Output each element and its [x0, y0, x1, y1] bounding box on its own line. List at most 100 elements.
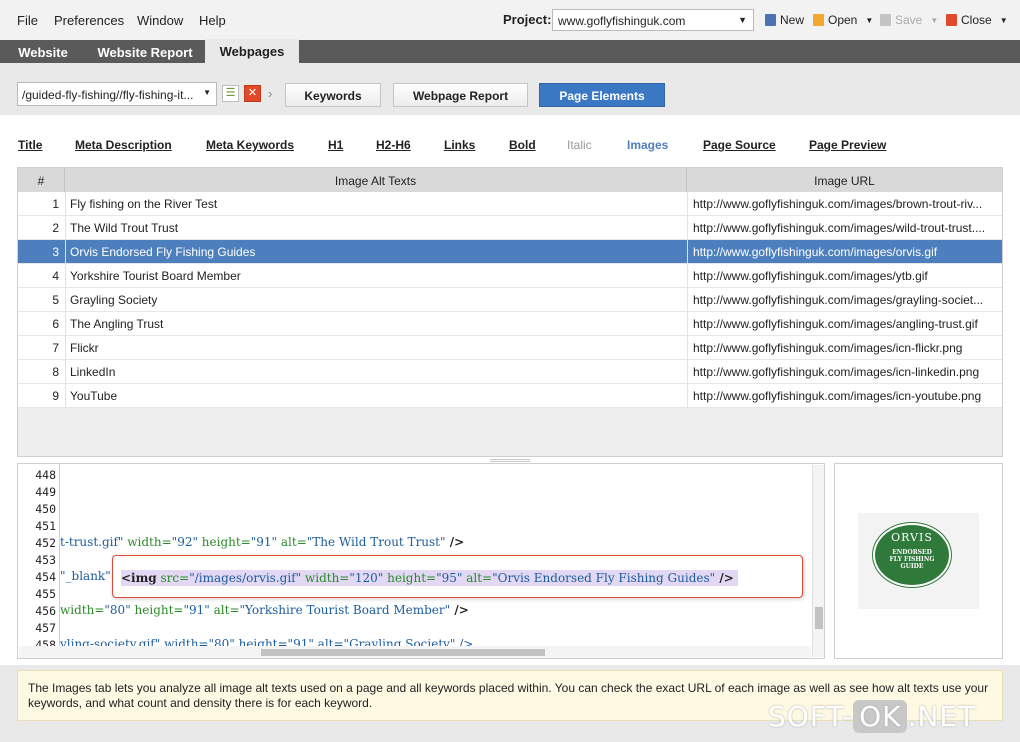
project-select-value: www.goflyfishinguk.com	[558, 14, 686, 28]
code-token: "92"	[171, 535, 198, 549]
line-number: 456	[35, 604, 56, 618]
line-number: 451	[35, 519, 56, 533]
remove-icon[interactable]: ✕	[244, 85, 261, 102]
row-number: 2	[52, 221, 59, 235]
tab-website[interactable]: Website	[0, 40, 86, 63]
tab-title[interactable]: Title	[18, 138, 42, 152]
page-elements-button[interactable]: Page Elements	[539, 83, 665, 107]
project-label: Project:	[503, 12, 552, 27]
new-button-label: New	[780, 13, 805, 27]
row-number: 8	[52, 365, 59, 379]
code-token: alt=	[277, 535, 307, 549]
watermark-text: OK	[853, 700, 908, 733]
close-button-label: Close	[961, 13, 992, 27]
tab-meta-description[interactable]: Meta Description	[75, 138, 172, 152]
line-number: 448	[35, 468, 56, 482]
tab-website-report[interactable]: Website Report	[86, 40, 204, 63]
page-icon[interactable]: ☰	[222, 85, 239, 102]
highlighted-code-callout: <img src="/images/orvis.gif" width="120"…	[112, 555, 803, 598]
alt-text-cell: Yorkshire Tourist Board Member	[65, 264, 686, 288]
code-token: "91"	[183, 603, 210, 617]
image-url-cell: http://www.goflyfishinguk.com/images/icn…	[687, 384, 1001, 408]
table-row[interactable]: 8 LinkedIn http://www.goflyfishinguk.com…	[18, 360, 1002, 384]
code-token: "Yorkshire Tourist Board Member"	[239, 603, 451, 617]
image-url-cell: http://www.goflyfishinguk.com/images/gra…	[687, 288, 1001, 312]
table-row[interactable]: 9 YouTube http://www.goflyfishinguk.com/…	[18, 384, 1002, 408]
tab-page-preview[interactable]: Page Preview	[809, 138, 886, 152]
orvis-logo: ORVIS ENDORSED FLY FISHING GUIDE	[873, 523, 951, 587]
code-token: "The Wild Trout Trust"	[306, 535, 446, 549]
image-url-cell: http://www.goflyfishinguk.com/images/orv…	[687, 240, 1001, 264]
menu-preferences[interactable]: Preferences	[54, 13, 124, 28]
alt-text-cell: Flickr	[65, 336, 686, 360]
table-row[interactable]: 5 Grayling Society http://www.goflyfishi…	[18, 288, 1002, 312]
save-button-label: Save	[895, 13, 923, 27]
logo-text: ENDORSED FLY FISHING GUIDE	[875, 549, 949, 570]
line-number: 450	[35, 502, 56, 516]
alt-text-cell: Fly fishing on the River Test	[65, 192, 686, 216]
tab-meta-keywords[interactable]: Meta Keywords	[206, 138, 294, 152]
tab-h1[interactable]: H1	[328, 138, 343, 152]
project-select[interactable]: www.goflyfishinguk.com ▼	[552, 9, 754, 31]
column-header-number[interactable]: #	[18, 168, 65, 192]
line-number-gutter: 448 449 450 451 452 453 454 455 456 457 …	[18, 464, 60, 658]
menu-help[interactable]: Help	[199, 13, 226, 28]
open-button[interactable]: Open ▼	[813, 13, 873, 27]
code-token: "/images/orvis.gif"	[189, 571, 302, 585]
table-row[interactable]: 7 Flickr http://www.goflyfishinguk.com/i…	[18, 336, 1002, 360]
alt-text-cell: Grayling Society	[65, 288, 686, 312]
scrollbar-thumb[interactable]	[815, 607, 823, 629]
row-number: 3	[52, 245, 59, 259]
table-row[interactable]: 4 Yorkshire Tourist Board Member http://…	[18, 264, 1002, 288]
menu-window[interactable]: Window	[137, 13, 183, 28]
alt-text-cell: The Wild Trout Trust	[65, 216, 686, 240]
tab-bold[interactable]: Bold	[509, 138, 536, 152]
watermark-text: .NET	[907, 700, 977, 733]
image-url-cell: http://www.goflyfishinguk.com/images/wil…	[687, 216, 1001, 240]
logo-line: GUIDE	[900, 563, 924, 570]
code-token: height=	[130, 603, 184, 617]
save-icon	[880, 14, 891, 26]
main-tab-bar: Website Website Report Webpages	[0, 39, 1020, 64]
tab-webpages[interactable]: Webpages	[205, 39, 299, 64]
tab-images[interactable]: Images	[627, 138, 668, 152]
scrollbar-thumb[interactable]	[261, 649, 545, 656]
watermark: SOFT- OK .NET	[768, 700, 1016, 736]
code-horizontal-scrollbar[interactable]	[19, 646, 811, 658]
keywords-button[interactable]: Keywords	[285, 83, 381, 107]
column-header-image-url[interactable]: Image URL	[687, 168, 1002, 192]
save-button[interactable]: Save ▼	[880, 13, 938, 27]
tab-page-source[interactable]: Page Source	[703, 138, 776, 152]
tab-links[interactable]: Links	[444, 138, 475, 152]
folder-icon	[813, 14, 824, 26]
code-token: "80"	[104, 603, 131, 617]
tab-italic: Italic	[567, 138, 592, 152]
code-token: "Orvis Endorsed Fly Fishing Guides"	[492, 571, 716, 585]
webpage-report-button[interactable]: Webpage Report	[393, 83, 528, 107]
table-row[interactable]: 1 Fly fishing on the River Test http://w…	[18, 192, 1002, 216]
code-token: />	[450, 603, 469, 617]
line-number: 452	[35, 536, 56, 550]
image-url-cell: http://www.goflyfishinguk.com/images/bro…	[687, 192, 1001, 216]
table-row[interactable]: 6 The Angling Trust http://www.goflyfish…	[18, 312, 1002, 336]
logo-line: FLY FISHING	[889, 556, 935, 563]
table-row[interactable]: 2 The Wild Trout Trust http://www.goflyf…	[18, 216, 1002, 240]
close-button[interactable]: Close ▼	[946, 13, 1008, 27]
images-table: # Image Alt Texts Image URL 1 Fly fishin…	[17, 167, 1003, 457]
tab-h2-h6[interactable]: H2-H6	[376, 138, 411, 152]
code-token: height=	[197, 535, 251, 549]
close-icon	[946, 14, 957, 26]
menu-file[interactable]: File	[17, 13, 38, 28]
column-header-alt-text[interactable]: Image Alt Texts	[65, 168, 687, 192]
new-button[interactable]: New	[765, 13, 804, 27]
code-token: height=	[383, 571, 437, 585]
table-row-selected[interactable]: 3 Orvis Endorsed Fly Fishing Guides http…	[18, 240, 1002, 264]
code-token: alt=	[462, 571, 493, 585]
line-number: 449	[35, 485, 56, 499]
row-number: 9	[52, 389, 59, 403]
webpage-url-select[interactable]: /guided-fly-fishing//fly-fishing-it... ▼	[17, 82, 217, 106]
code-vertical-scrollbar[interactable]	[812, 465, 824, 657]
open-button-label: Open	[828, 13, 858, 27]
splitter-handle[interactable]	[490, 459, 530, 462]
chevron-down-icon: ▼	[865, 15, 874, 25]
